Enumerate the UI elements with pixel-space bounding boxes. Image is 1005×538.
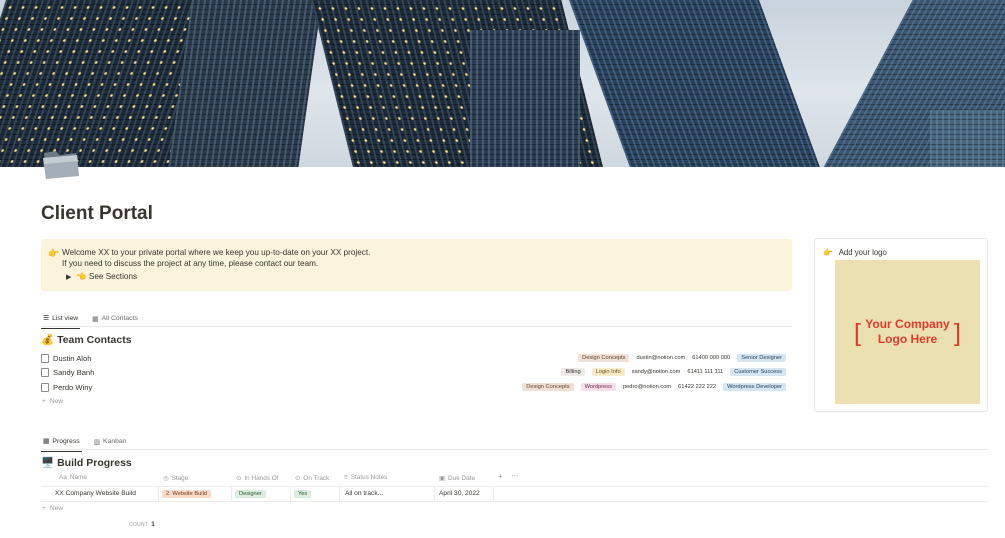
cell-due-date[interactable]: April 30, 2022 bbox=[439, 490, 480, 497]
cell-status-notes[interactable]: All on track... bbox=[345, 490, 383, 497]
role-tag: Senior Designer bbox=[737, 354, 786, 362]
text-property-icon: Aa bbox=[59, 474, 67, 481]
calendar-icon: ▣ bbox=[439, 475, 446, 482]
contact-phone: 61400 000 000 bbox=[692, 355, 731, 361]
see-sections-toggle[interactable]: ▶ 👈 See Sections bbox=[66, 272, 137, 282]
new-contact-button[interactable]: + New bbox=[42, 398, 63, 405]
plus-icon: + bbox=[42, 398, 46, 405]
building-right bbox=[565, 0, 825, 167]
team-contacts-title: 💰 Team Contacts bbox=[41, 333, 132, 347]
select-property-icon: ⊙ bbox=[236, 475, 242, 482]
more-options-icon[interactable]: ··· bbox=[511, 471, 519, 480]
contact-name: Sandy Banh bbox=[53, 367, 95, 377]
logo-placeholder[interactable]: [ ] Your Company Logo Here bbox=[835, 260, 980, 404]
contact-email: pedro@notion.com bbox=[622, 384, 672, 390]
list-item[interactable]: Sandy Banh Billing Login Info sandy@noti… bbox=[41, 365, 791, 379]
tag: Wordpress bbox=[580, 383, 616, 391]
column-header-in-hands-of[interactable]: ⊙ In Hands Of bbox=[236, 474, 278, 482]
contact-phone: 61422 222 222 bbox=[678, 384, 717, 390]
build-progress-title: 🖥️ Build Progress bbox=[41, 456, 132, 470]
contact-phone: 61411 111 111 bbox=[687, 369, 724, 375]
in-hands-of-tag[interactable]: Designer bbox=[235, 490, 266, 498]
tag: Login Info bbox=[591, 368, 625, 376]
list-icon: ☰ bbox=[43, 315, 50, 322]
table-icon: ▦ bbox=[43, 438, 50, 445]
role-tag: Wordpress Developer bbox=[723, 383, 786, 391]
text-lines-icon: ≡ bbox=[344, 474, 348, 481]
page-icon bbox=[41, 367, 49, 377]
tag: Design Concepts bbox=[578, 354, 630, 362]
table-row[interactable]: XX Company Website Build 2. Website Buil… bbox=[41, 486, 988, 502]
board-icon: ▥ bbox=[93, 438, 101, 446]
column-divider bbox=[158, 486, 159, 502]
logo-card-header: Add your logo bbox=[838, 248, 887, 257]
column-header-name[interactable]: Aa Name bbox=[59, 474, 87, 481]
building-left-side bbox=[166, 0, 324, 167]
on-track-tag[interactable]: Yes bbox=[294, 490, 312, 498]
list-item[interactable]: Perdo Winy Design Concepts Wordpress ped… bbox=[41, 380, 791, 394]
status-property-icon: ◎ bbox=[163, 475, 169, 482]
computer-icon: 🖥️ bbox=[41, 457, 55, 469]
money-bag-icon: 💰 bbox=[41, 334, 55, 346]
welcome-callout: 👉 Welcome XX to your private portal wher… bbox=[41, 239, 792, 291]
column-header-on-track[interactable]: ⊙ On Track bbox=[295, 474, 329, 482]
list-item[interactable]: Dustin Aloh Design Concepts dustin@notio… bbox=[41, 351, 791, 365]
callout-line-2: If you need to discuss the project at an… bbox=[62, 259, 319, 268]
logo-text-line-1: Your Company bbox=[865, 317, 950, 331]
new-row-button[interactable]: + New bbox=[42, 505, 63, 512]
building-center-face bbox=[470, 30, 580, 167]
logo-text-line-2: Logo Here bbox=[877, 331, 938, 346]
building-far-right-low bbox=[930, 110, 1005, 167]
pointing-hand-icon: 👉 bbox=[823, 248, 833, 257]
logo-card: 👉 Add your logo [ ] Your Company Logo He… bbox=[814, 238, 988, 412]
logo-text: Your Company Logo Here bbox=[835, 317, 980, 346]
column-header-due-date[interactable]: ▣ Due Date bbox=[439, 474, 475, 482]
column-header-status-notes[interactable]: ≡ Status Notes bbox=[344, 474, 387, 481]
callout-line-1: Welcome XX to your private portal where … bbox=[62, 248, 371, 257]
toggle-triangle-icon[interactable]: ▶ bbox=[66, 273, 71, 281]
contact-email: dustin@notion.com bbox=[636, 355, 686, 361]
table-header: Aa Name ◎ Stage ⊙ In Hands Of ⊙ On Track ≡ St… bbox=[41, 471, 988, 485]
contact-email: sandy@notion.com bbox=[631, 369, 681, 375]
page-icon bbox=[41, 382, 49, 392]
tab-divider bbox=[41, 326, 792, 327]
column-divider bbox=[339, 486, 340, 502]
pointing-hand-icon: 👉 bbox=[48, 248, 60, 258]
contact-name: Perdo Winy bbox=[53, 382, 93, 392]
cover-image bbox=[0, 0, 1005, 167]
page-title: Client Portal bbox=[41, 203, 153, 224]
add-column-button[interactable]: + bbox=[498, 472, 503, 481]
table-icon: ▦ bbox=[92, 315, 99, 323]
cell-name[interactable]: XX Company Website Build bbox=[55, 490, 136, 497]
toggle-label: 👈 See Sections bbox=[76, 272, 138, 281]
column-header-stage[interactable]: ◎ Stage bbox=[163, 474, 188, 482]
stage-tag[interactable]: 2. Website Build bbox=[162, 490, 211, 498]
count-value: 1 bbox=[151, 521, 156, 528]
page-icon bbox=[41, 353, 49, 363]
column-divider bbox=[493, 486, 494, 502]
column-divider bbox=[290, 486, 291, 502]
plus-icon: + bbox=[42, 505, 46, 512]
column-divider bbox=[434, 486, 435, 502]
contact-name: Dustin Aloh bbox=[53, 353, 92, 363]
tag: Design Concepts bbox=[522, 383, 574, 391]
column-divider bbox=[231, 486, 232, 502]
tag: Billing bbox=[561, 368, 585, 376]
role-tag: Customer Success bbox=[730, 368, 786, 376]
tab-divider bbox=[41, 449, 988, 450]
count-footer: COUNT 1 bbox=[129, 521, 156, 528]
select-property-icon: ⊙ bbox=[295, 475, 301, 482]
folder-icon[interactable] bbox=[42, 147, 80, 181]
